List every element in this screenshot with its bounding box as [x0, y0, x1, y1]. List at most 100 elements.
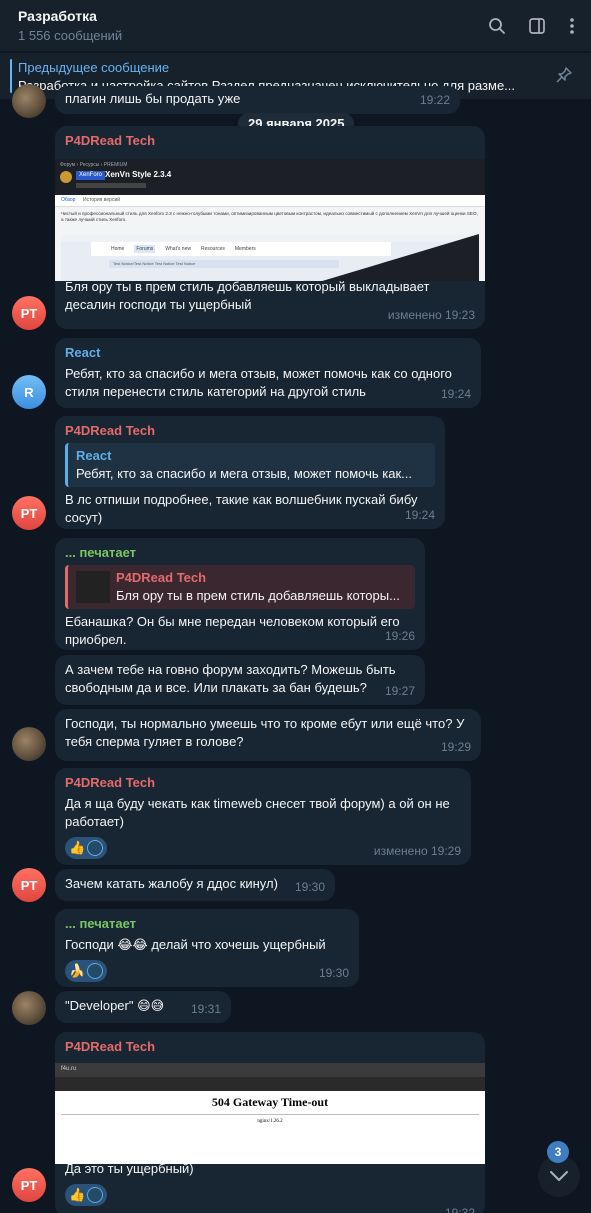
message-bubble[interactable]: "Developer" 😄😅 19:31 [55, 991, 231, 1023]
browser-bar: f4u.ru [55, 1063, 485, 1077]
avatar[interactable]: R [12, 375, 46, 409]
reply-preview[interactable]: React Ребят, кто за спасибо и мега отзыв… [65, 443, 435, 487]
reactions: 👍 [65, 1184, 475, 1206]
message-time: 19:29 [440, 740, 471, 754]
reactor-avatar [87, 963, 104, 979]
message-time: 19:31 [190, 1002, 221, 1016]
screenshot-tab: Обзор [61, 197, 76, 203]
nav-item: What's new [165, 246, 191, 252]
message-bubble[interactable]: P4DRead Tech React Ребят, кто за спасибо… [55, 416, 445, 529]
message-time: 19:26 [384, 629, 415, 643]
message-text: В лс отпиши подробнее, такие как волшебн… [65, 492, 418, 525]
screenshot-notice: Test Notice/Test Notice Test Notice Test… [109, 260, 339, 268]
chat-header[interactable]: Разработка 1 556 сообщений [0, 0, 591, 52]
message-text: А зачем тебе на говно форум заходить? Мо… [65, 662, 396, 695]
nav-item: Resources [200, 246, 225, 252]
message-sender[interactable]: P4DRead Tech [65, 132, 475, 150]
reply-preview[interactable]: P4DRead Tech Бля ору ты в прем стиль доб… [65, 565, 415, 609]
avatar[interactable] [12, 991, 46, 1025]
reactions: 🍌 [65, 960, 349, 982]
message-time: 19:30 [318, 966, 349, 980]
reactor-avatar [87, 840, 104, 856]
message-text: Господи, ты нормально умеешь что то кром… [65, 716, 465, 749]
message-sender[interactable]: P4DRead Tech [65, 422, 435, 440]
pinned-title: Предыдущее сообщение [18, 60, 170, 75]
sidebar-toggle-icon[interactable] [525, 14, 549, 38]
reaction-chip[interactable]: 👍 [65, 837, 108, 859]
nav-item: Forums [134, 245, 156, 253]
message-bubble[interactable]: Господи, ты нормально умеешь что то кром… [55, 709, 481, 761]
reaction-emoji: 🍌 [69, 963, 86, 978]
pinned-indicator [10, 59, 12, 93]
message-sender[interactable]: React [65, 344, 471, 362]
message-time: 19:22 [419, 93, 450, 107]
unpin-icon[interactable] [555, 66, 573, 89]
message-text: плагин лишь бы продать уже [65, 91, 241, 106]
message-time: 19:24 [440, 387, 471, 401]
screenshot-tab: История версий [83, 197, 121, 203]
message-time: 19:24 [404, 508, 435, 522]
product-tag: XenForo [76, 171, 106, 180]
search-icon[interactable] [485, 14, 509, 38]
message-time: изменено 19:29 [373, 844, 461, 858]
divider [61, 1114, 479, 1115]
message-sender[interactable]: P4DRead Tech [65, 1038, 475, 1056]
screenshot-tabs: Обзор История версий [55, 195, 485, 207]
screenshot-description: Чистый и профессиональный стиль для Xenf… [61, 211, 478, 222]
nav-item: Members [234, 246, 256, 252]
message-time: 19:32 [444, 1206, 475, 1213]
message-bubble[interactable]: ... печатает P4DRead Tech Бля ору ты в п… [55, 538, 425, 650]
more-options-icon[interactable] [560, 14, 584, 38]
chat-title: Разработка [18, 8, 97, 24]
reply-author: React [76, 448, 112, 463]
message-text: Да я ща буду чекать как timeweb снесет т… [65, 796, 450, 829]
browser-toolbar [55, 1077, 485, 1091]
avatar[interactable]: PT [12, 496, 46, 530]
message-text: Господи 😂😂 делай что хочешь ущербный [65, 937, 326, 952]
avatar[interactable] [12, 84, 46, 118]
message-time: изменено 19:23 [387, 308, 475, 322]
screenshot-preview: Home Forums What's new Resources Members… [61, 234, 479, 281]
reply-thumbnail [76, 571, 110, 603]
message-text: Ребят, кто за спасибо и мега отзыв, може… [65, 366, 452, 399]
reply-text: Бля ору ты в прем стиль добавляешь котор… [116, 588, 400, 603]
message-text: Ебанашка? Он бы мне передан человеком ко… [65, 614, 400, 647]
avatar[interactable]: PT [12, 868, 46, 902]
message-bubble[interactable]: Зачем катать жалобу я ддос кинул) 19:30 [55, 869, 335, 901]
product-logo [60, 171, 72, 183]
message-sender[interactable]: ... печатает [65, 544, 415, 562]
chevron-down-icon [550, 1171, 568, 1181]
message-text: Зачем катать жалобу я ддос кинул) [65, 876, 278, 891]
reply-text: Ребят, кто за спасибо и мега отзыв, може… [76, 466, 413, 481]
server-version: nginx/1.26.2 [257, 1119, 283, 1124]
reaction-chip[interactable]: 🍌 [65, 960, 108, 982]
product-title: XenVn Style 2.3.4 [105, 170, 172, 179]
reactor-avatar [87, 1187, 104, 1203]
browser-url: f4u.ru [61, 1066, 77, 1072]
avatar[interactable]: PT [12, 296, 46, 330]
reaction-emoji: 👍 [69, 840, 86, 855]
attached-screenshot[interactable]: f4u.ru 504 Gateway Time-out nginx/1.26.2 [55, 1063, 485, 1164]
screenshot-header: Форум › Ресурсы › PREMIUM XenForo XenVn … [55, 159, 485, 195]
message-sender[interactable]: ... печатает [65, 915, 349, 933]
screenshot-breadcrumb: Форум › Ресурсы › PREMIUM [60, 162, 128, 168]
screenshot-corner-overlay [322, 234, 479, 281]
message-sender[interactable]: P4DRead Tech [65, 774, 461, 792]
attached-screenshot[interactable]: Форум › Ресурсы › PREMIUM XenForo XenVn … [55, 159, 485, 281]
product-meta [76, 183, 146, 188]
message-bubble: плагин лишь бы продать уже 19:22 [55, 86, 460, 114]
message-bubble[interactable]: А зачем тебе на говно форум заходить? Мо… [55, 655, 425, 705]
error-heading: 504 Gateway Time-out [211, 1095, 329, 1109]
reply-author: P4DRead Tech [116, 570, 207, 585]
message-time: 19:27 [384, 684, 415, 698]
reaction-chip[interactable]: 👍 [65, 1184, 108, 1206]
avatar[interactable]: PT [12, 1168, 46, 1202]
reaction-emoji: 👍 [69, 1187, 86, 1202]
message-bubble[interactable]: P4DRead Tech Да я ща буду чекать как tim… [55, 768, 471, 865]
message-bubble[interactable]: ... печатает Господи 😂😂 делай что хочешь… [55, 909, 359, 987]
message-time: 19:30 [294, 880, 325, 894]
message-bubble[interactable]: React Ребят, кто за спасибо и мега отзыв… [55, 338, 481, 408]
avatar[interactable] [12, 727, 46, 761]
nav-item: Home [111, 246, 125, 252]
member-count: 1 556 сообщений [18, 28, 123, 43]
